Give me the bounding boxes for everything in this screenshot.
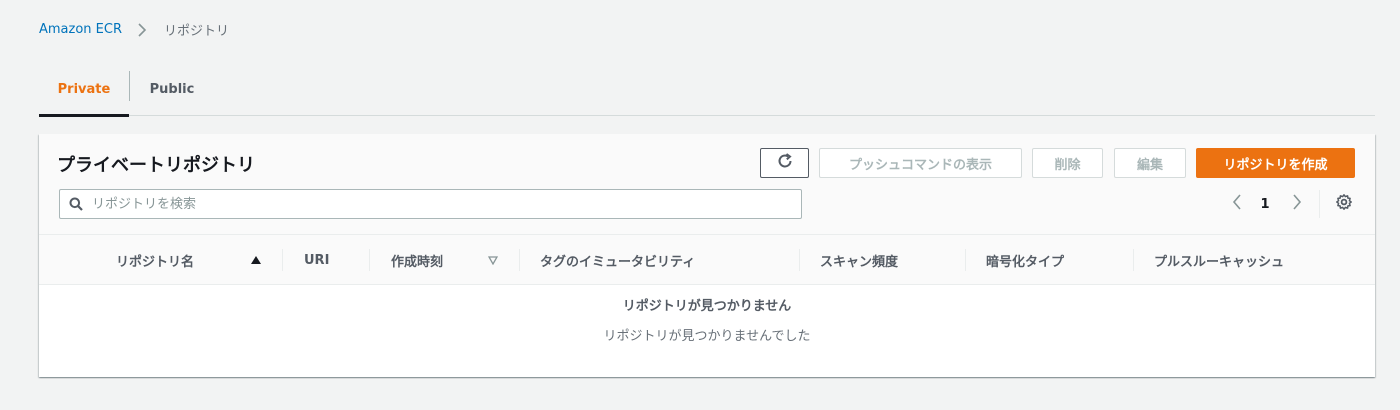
tab-private[interactable]: Private [39,62,129,117]
empty-state-message: リポジトリが見つかりませんでした [603,329,811,344]
column-divider [369,249,370,271]
column-header-encryption-type[interactable]: 暗号化タイプ [986,235,1064,285]
empty-state-title: リポジトリが見つかりません [622,299,792,314]
preferences-button[interactable] [1332,192,1356,216]
table-header: リポジトリ名 URI 作成時刻 タグのイミュータビリティ スキャン頻度 暗号化タ… [39,235,1375,285]
view-push-commands-button[interactable]: プッシュコマンドの表示 [819,148,1022,178]
column-divider [282,249,283,271]
tab-public[interactable]: Public [130,62,214,116]
sort-ascending-icon[interactable] [250,235,262,285]
refresh-icon [776,152,794,174]
current-page-number[interactable]: 1 [1254,192,1276,216]
breadcrumb: Amazon ECR リポジトリ [39,20,229,39]
column-divider [965,249,966,271]
column-header-uri[interactable]: URI [304,235,329,285]
private-repositories-panel: プライベートリポジトリ プッシュコマンドの表示 削除 編集 リポジトリを作成 リ… [39,134,1375,377]
previous-page-button[interactable] [1225,192,1249,216]
column-header-repository-name[interactable]: リポジトリ名 [116,235,194,285]
chevron-right-icon [130,21,154,39]
chevron-left-icon [1232,194,1242,214]
column-header-tag-immutability[interactable]: タグのイミュータビリティ [540,235,695,285]
panel-title: プライベートリポジトリ [57,155,255,176]
search-box [59,189,802,219]
search-icon [60,190,92,218]
breadcrumb-current: リポジトリ [164,24,230,39]
search-input[interactable] [92,191,801,217]
column-header-created-at[interactable]: 作成時刻 [391,235,443,285]
column-divider [1133,249,1134,271]
column-header-pull-through-cache[interactable]: プルスルーキャッシュ [1154,235,1284,285]
create-repository-button[interactable]: リポジトリを作成 [1196,148,1355,178]
next-page-button[interactable] [1285,192,1309,216]
breadcrumb-link-amazon-ecr[interactable]: Amazon ECR [39,22,122,37]
pager-divider [1319,190,1320,218]
refresh-button[interactable] [760,148,809,178]
column-divider [799,249,800,271]
chevron-right-icon [1292,194,1302,214]
sort-descending-icon[interactable] [488,235,498,285]
panel-header: プライベートリポジトリ プッシュコマンドの表示 削除 編集 リポジトリを作成 リ… [39,134,1375,235]
repository-tabs: Private Public [39,62,1375,117]
column-header-scan-frequency[interactable]: スキャン頻度 [820,235,898,285]
gear-icon [1335,193,1353,215]
edit-button[interactable]: 編集 [1114,148,1186,178]
delete-button[interactable]: 削除 [1032,148,1103,178]
column-divider [519,249,520,271]
